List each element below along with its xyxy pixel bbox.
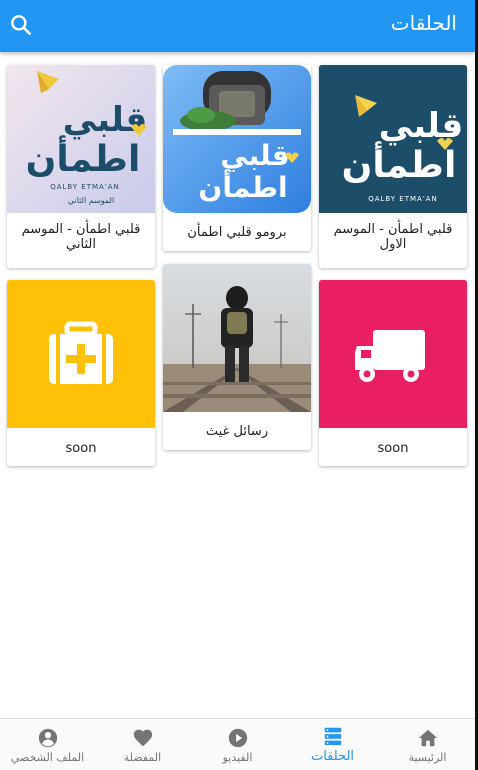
- page-title: الحلقات: [390, 11, 457, 35]
- medical-kit-icon: [7, 280, 155, 428]
- episodes-icon: [324, 727, 341, 746]
- episode-card-promo[interactable]: قلبي اطمأن برومو قلبي اطمأن: [163, 65, 311, 251]
- season-2-cover: قلبي اطمأن QALBY ETMA'AN الموسم الثاني: [7, 65, 155, 213]
- episode-card-ghaith-letters[interactable]: رسائل غيث: [163, 264, 311, 450]
- man-on-railway-photo: [163, 264, 311, 412]
- episodes-screen: الحلقات قلبي اطمأن QALBY ETMA'AN قلبي اط…: [0, 0, 478, 770]
- search-icon: [11, 15, 31, 35]
- nav-item-video[interactable]: الفيديو: [190, 719, 285, 770]
- episode-card-season-1[interactable]: قلبي اطمأن QALBY ETMA'AN قلبي اطمأن - ال…: [319, 65, 467, 268]
- nav-label: الرئيسية: [408, 751, 447, 764]
- episode-title: soon: [377, 441, 409, 456]
- svg-text:قلبي: قلبي: [220, 139, 290, 172]
- promo-cover: قلبي اطمأن: [163, 65, 311, 213]
- nav-item-episodes[interactable]: الحلقات: [285, 719, 380, 770]
- qalby-logo-image: قلبي اطمأن QALBY ETMA'AN: [319, 65, 467, 213]
- profile-icon: [38, 728, 57, 748]
- episode-title: برومو قلبي اطمأن: [187, 225, 287, 240]
- svg-text:QALBY ETMA'AN: QALBY ETMA'AN: [368, 195, 438, 203]
- svg-text:الموسم الثاني: الموسم الثاني: [68, 196, 114, 205]
- truck-icon: [319, 280, 467, 428]
- svg-text:قلبي: قلبي: [63, 100, 147, 140]
- svg-text:اطمأن: اطمأن: [26, 135, 141, 180]
- episode-title: قلبي اطمأن - الموسم الثاني: [21, 222, 141, 252]
- nav-label: الفيديو: [222, 751, 253, 764]
- svg-text:QALBY ETMA'AN: QALBY ETMA'AN: [50, 183, 120, 191]
- home-icon: [418, 729, 437, 747]
- nav-item-home[interactable]: الرئيسية: [380, 719, 475, 770]
- episode-title: soon: [65, 441, 97, 456]
- episode-card-soon-truck[interactable]: soon: [319, 280, 467, 466]
- heart-icon: [133, 729, 152, 747]
- episode-card-season-2[interactable]: قلبي اطمأن QALBY ETMA'AN الموسم الثاني ق…: [7, 65, 155, 268]
- episode-card-soon-medkit[interactable]: soon: [7, 280, 155, 466]
- nav-label: الحلقات: [310, 749, 355, 764]
- qalby-logo-image: قلبي اطمأن QALBY ETMA'AN الموسم الثاني: [7, 65, 155, 213]
- nav-item-profile[interactable]: الملف الشخصي: [0, 719, 95, 770]
- bottom-navigation: الرئيسية الحلقات الفيديو المفضلة الملف ا…: [0, 718, 475, 770]
- soon-tile: [7, 280, 155, 428]
- promo-image: قلبي اطمأن: [163, 65, 311, 213]
- nav-label: المفضلة: [123, 751, 162, 764]
- svg-text:اطمأن: اطمأن: [198, 169, 287, 204]
- soon-tile: [319, 280, 467, 428]
- nav-item-favorites[interactable]: المفضلة: [95, 719, 190, 770]
- play-icon: [228, 728, 247, 748]
- nav-label: الملف الشخصي: [10, 751, 85, 764]
- episode-title: قلبي اطمأن - الموسم الاول: [333, 222, 453, 252]
- ghaith-letters-cover: [163, 264, 311, 412]
- app-bar: الحلقات: [0, 0, 475, 52]
- episode-title: رسائل غيث: [205, 424, 269, 439]
- search-button[interactable]: [8, 12, 34, 38]
- season-1-cover: قلبي اطمأن QALBY ETMA'AN: [319, 65, 467, 213]
- logo-line-2: اطمأن: [342, 141, 457, 186]
